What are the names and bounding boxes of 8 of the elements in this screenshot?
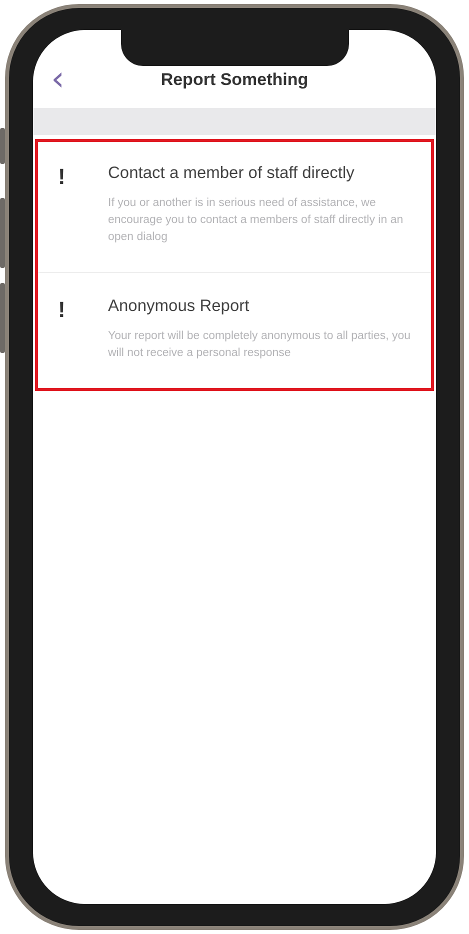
exclamation-icon: ! xyxy=(58,297,108,362)
option-description: If you or another is in serious need of assistance, we encourage you to contact a members of staff directly in an open dialog xyxy=(108,196,404,245)
back-button[interactable]: ‹ xyxy=(47,64,69,94)
option-description: Your report will be completely anonymous to all parties, you will not receive a personal response xyxy=(108,329,411,361)
exclamation-icon: ! xyxy=(58,164,108,246)
option-title: Contact a member of staff directly xyxy=(108,164,356,183)
option-title: Anonymous Report xyxy=(108,297,250,316)
screen-title: Report Something xyxy=(160,70,308,90)
